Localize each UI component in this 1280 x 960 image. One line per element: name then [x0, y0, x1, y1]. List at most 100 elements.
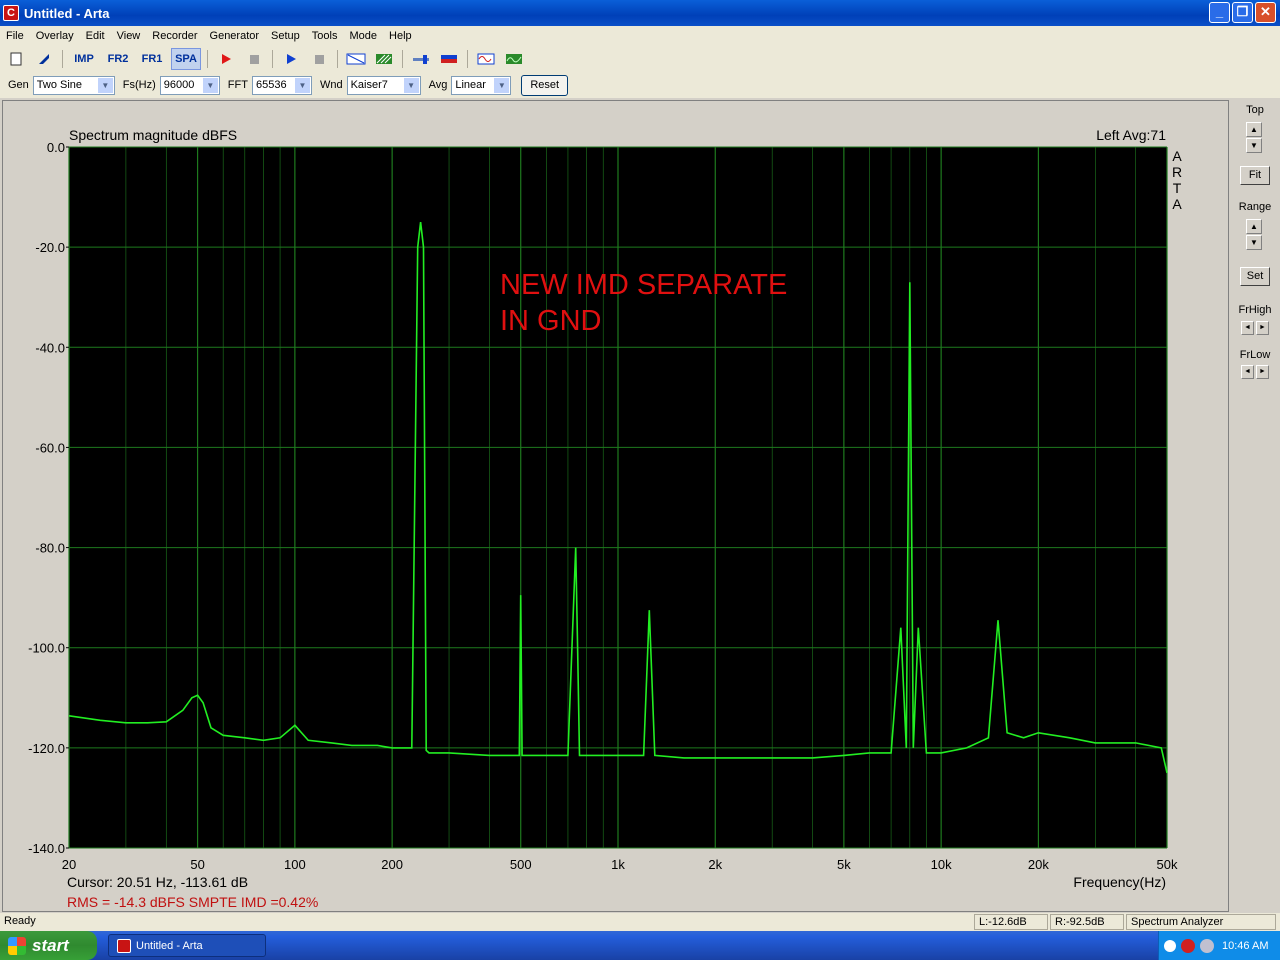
start-button[interactable]: start — [0, 931, 97, 960]
new-file-icon[interactable] — [4, 48, 28, 70]
reset-button[interactable]: Reset — [521, 74, 569, 96]
y-tick-label: -100.0 — [28, 641, 65, 656]
chevron-down-icon[interactable]: ▼ — [202, 77, 218, 93]
start-label: start — [32, 935, 69, 955]
menu-edit[interactable]: Edit — [80, 30, 111, 42]
status-mode: Spectrum Analyzer — [1126, 914, 1276, 930]
top-down-arrow-icon[interactable]: ▼ — [1246, 138, 1262, 153]
top-up-arrow-icon[interactable]: ▲ — [1246, 122, 1262, 137]
y-tick-label: 0.0 — [47, 140, 65, 155]
taskbar-item-arta[interactable]: Untitled - Arta — [108, 934, 266, 957]
menu-view[interactable]: View — [111, 30, 147, 42]
signal-monitor-icon[interactable] — [502, 48, 526, 70]
menu-file[interactable]: File — [0, 30, 30, 42]
menu-tools[interactable]: Tools — [306, 30, 344, 42]
close-button[interactable]: ✕ — [1255, 2, 1276, 23]
set-button[interactable]: Set — [1240, 267, 1270, 286]
averaging-select[interactable]: Linear ▼ — [451, 75, 512, 95]
menu-setup[interactable]: Setup — [265, 30, 306, 42]
y-tick-label: -120.0 — [28, 741, 65, 756]
toolbar-separator — [337, 50, 338, 68]
arta-watermark-letter: A — [1172, 196, 1182, 212]
menu-mode[interactable]: Mode — [343, 30, 383, 42]
rms-imd-readout: RMS = -14.3 dBFS SMPTE IMD =0.42% — [67, 894, 318, 910]
frhigh-right-arrow-icon[interactable]: ► — [1256, 321, 1269, 335]
taskbar: start Untitled - Arta 10:46 AM — [0, 931, 1280, 960]
x-tick-label: 500 — [510, 857, 532, 872]
chevron-down-icon[interactable]: ▼ — [403, 77, 419, 93]
text-label-icon[interactable] — [344, 48, 368, 70]
x-axis-label: Frequency(Hz) — [1073, 874, 1166, 890]
record-play-icon[interactable] — [214, 48, 238, 70]
x-tick-label: 100 — [284, 857, 306, 872]
top-label: Top — [1246, 104, 1264, 116]
spectrum-mode-button[interactable]: SPA — [171, 48, 201, 70]
fr1-mode-button[interactable]: FR1 — [137, 48, 167, 70]
sample-rate-select[interactable]: 96000 ▼ — [159, 75, 220, 95]
arta-watermark-letter: R — [1172, 164, 1182, 180]
grid-pattern-icon[interactable] — [372, 48, 396, 70]
fft-size-select[interactable]: 65536 ▼ — [251, 75, 312, 95]
window-function-select[interactable]: Kaiser7 ▼ — [346, 75, 421, 95]
toolbar-separator — [272, 50, 273, 68]
cursor-readout: Cursor: 20.51 Hz, -113.61 dB — [67, 874, 248, 890]
menu-recorder[interactable]: Recorder — [146, 30, 203, 42]
arta-app-icon — [117, 938, 131, 953]
generator-select-value: Two Sine — [36, 79, 83, 91]
y-tick-label: -40.0 — [35, 340, 65, 355]
fft-size-value: 65536 — [255, 79, 287, 91]
tray-expand-icon[interactable] — [1164, 939, 1176, 952]
averaging-value: Linear — [455, 79, 486, 91]
record-stop-icon[interactable] — [242, 48, 266, 70]
toolbar: IMP FR2 FR1 SPA — [0, 46, 1280, 72]
menu-overlay[interactable]: Overlay — [30, 30, 80, 42]
annotation-line-2: IN GND — [500, 305, 602, 337]
chevron-down-icon[interactable]: ▼ — [294, 77, 310, 93]
app-icon[interactable]: C — [3, 5, 19, 21]
annotation-line-1: NEW IMD SEPARATE — [500, 269, 787, 301]
taskbar-item-label: Untitled - Arta — [136, 939, 203, 952]
status-bar: Ready L:-12.6dB R:-92.5dB Spectrum Analy… — [0, 913, 1280, 931]
x-tick-label: 50 — [190, 857, 204, 872]
plot-title: Spectrum magnitude dBFS — [69, 127, 237, 143]
toolbar-separator — [62, 50, 63, 68]
fft-label: FFT — [227, 79, 248, 91]
range-down-arrow-icon[interactable]: ▼ — [1246, 235, 1262, 250]
chevron-down-icon[interactable]: ▼ — [494, 77, 510, 93]
y-tick-label: -140.0 — [28, 841, 65, 856]
x-tick-label: 20 — [62, 857, 76, 872]
slider-icon[interactable] — [409, 48, 433, 70]
range-up-arrow-icon[interactable]: ▲ — [1246, 219, 1262, 234]
generator-play-icon[interactable] — [279, 48, 303, 70]
fr2-mode-button[interactable]: FR2 — [103, 48, 133, 70]
frlow-right-arrow-icon[interactable]: ► — [1256, 365, 1269, 379]
level-meter-icon[interactable] — [437, 48, 461, 70]
avg-label: Avg — [428, 79, 448, 91]
generator-stop-icon[interactable] — [307, 48, 331, 70]
maximize-button[interactable]: ❐ — [1232, 2, 1253, 23]
x-tick-label: 2k — [708, 857, 722, 872]
x-tick-label: 1k — [611, 857, 625, 872]
frlow-label: FrLow — [1239, 349, 1271, 361]
menu-generator[interactable]: Generator — [204, 30, 266, 42]
oscilloscope-icon[interactable] — [474, 48, 498, 70]
arta-watermark-letter: T — [1173, 180, 1182, 196]
gen-label: Gen — [8, 79, 29, 91]
window-label: Wnd — [319, 79, 343, 91]
generator-select[interactable]: Two Sine ▼ — [32, 75, 115, 95]
tray-security-icon[interactable] — [1181, 938, 1195, 953]
x-tick-label: 200 — [381, 857, 403, 872]
frhigh-left-arrow-icon[interactable]: ◄ — [1241, 321, 1254, 335]
chevron-down-icon[interactable]: ▼ — [97, 77, 113, 93]
frlow-left-arrow-icon[interactable]: ◄ — [1241, 365, 1254, 379]
windows-logo-icon — [8, 936, 26, 955]
spectrum-plot[interactable]: 0.0 -20.0 -40.0 -60.0 -80.0 -100.0 -120.0 -140.… — [3, 101, 1228, 911]
impulse-mode-button[interactable]: IMP — [69, 48, 99, 70]
tray-network-icon[interactable] — [1200, 938, 1214, 953]
menu-help[interactable]: Help — [383, 30, 418, 42]
open-file-icon[interactable] — [32, 48, 56, 70]
minimize-button[interactable]: _ — [1209, 2, 1230, 23]
toolbar-separator — [402, 50, 403, 68]
fit-button[interactable]: Fit — [1240, 166, 1270, 185]
frhigh-label: FrHigh — [1238, 304, 1272, 316]
